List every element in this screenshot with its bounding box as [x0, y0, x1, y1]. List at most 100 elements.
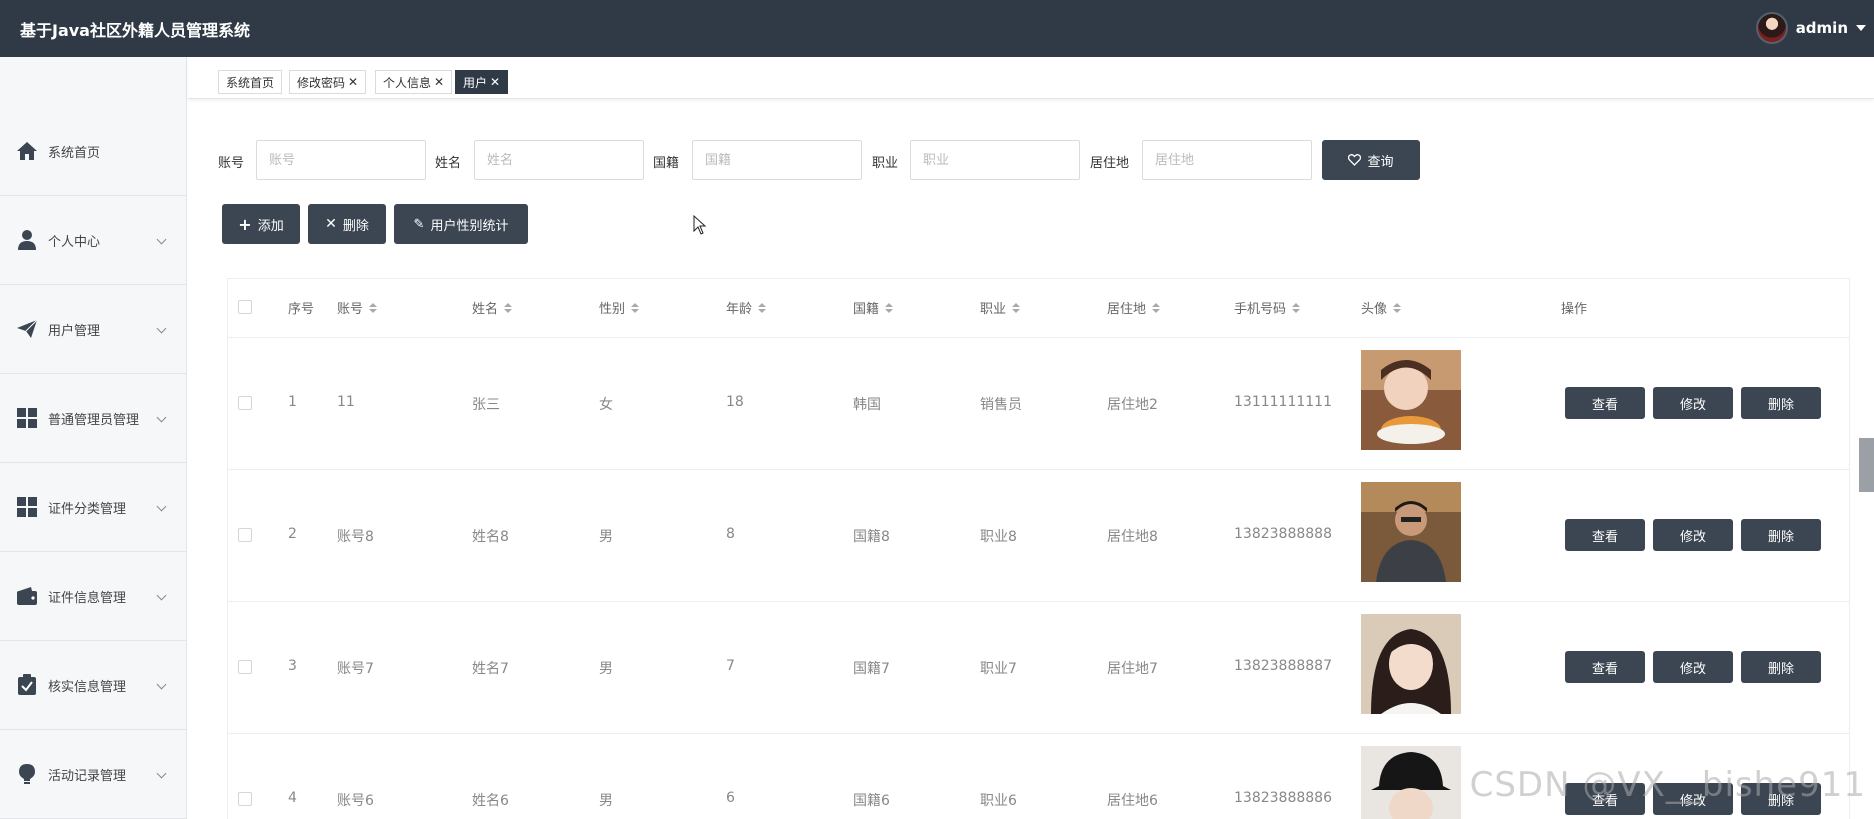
header-phone[interactable]: 手机号码	[1234, 298, 1301, 317]
cell-account: 11	[337, 394, 355, 410]
edit-button[interactable]: 修改	[1653, 519, 1733, 551]
cell-age: 7	[726, 658, 735, 674]
sidebar-item-label: 系统首页	[48, 145, 101, 161]
avatar-thumbnail[interactable]	[1361, 482, 1461, 582]
row-checkbox[interactable]	[238, 528, 252, 542]
avatar-thumbnail[interactable]	[1361, 746, 1461, 819]
close-icon[interactable]: ✕	[490, 75, 500, 89]
cell-age: 8	[726, 526, 735, 542]
edit-button[interactable]: 修改	[1653, 651, 1733, 683]
sidebar-item-label: 个人中心	[48, 234, 101, 250]
header-nationality[interactable]: 国籍	[853, 298, 894, 317]
cell-job: 职业7	[980, 661, 1017, 677]
delete-button[interactable]: ✕ 删除	[308, 204, 386, 244]
close-icon[interactable]: ✕	[348, 75, 358, 89]
header-name[interactable]: 姓名	[472, 298, 513, 317]
residence-input[interactable]	[1142, 140, 1312, 180]
chevron-down-icon	[156, 768, 167, 779]
row-divider	[227, 601, 1850, 602]
add-button[interactable]: + 添加	[222, 204, 300, 244]
sidebar-item-label: 用户管理	[48, 323, 101, 339]
person-icon	[16, 229, 38, 251]
chevron-down-icon	[156, 323, 167, 334]
job-input[interactable]	[910, 140, 1080, 180]
user-avatar[interactable]	[1755, 12, 1788, 44]
cell-name: 张三	[472, 397, 500, 413]
nationality-input[interactable]	[692, 140, 862, 180]
cell-account: 账号6	[337, 793, 374, 809]
sort-icon[interactable]	[1012, 302, 1021, 313]
mouse-cursor-icon	[693, 215, 707, 235]
tab-home[interactable]: 系统首页	[218, 70, 283, 94]
header-job[interactable]: 职业	[980, 298, 1021, 317]
tab-user[interactable]: 用户 ✕	[455, 70, 509, 94]
cell-job: 销售员	[980, 397, 1022, 413]
sidebar: 系统首页 个人中心 用户管理 普通管理员管理 证件分类管理 证件信息管理 核实信…	[0, 57, 187, 819]
query-button[interactable]: 查询	[1322, 140, 1420, 180]
header-gender[interactable]: 性别	[599, 298, 640, 317]
cell-index: 3	[288, 658, 297, 674]
cell-phone: 13823888887	[1234, 658, 1332, 674]
cell-account: 账号7	[337, 661, 374, 677]
sidebar-item-label: 普通管理员管理	[48, 412, 140, 428]
sidebar-item-user-management[interactable]: 用户管理	[0, 285, 187, 374]
view-button[interactable]: 查看	[1565, 651, 1645, 683]
row-checkbox[interactable]	[238, 660, 252, 674]
cell-name: 姓名7	[472, 661, 509, 677]
cell-nationality: 国籍6	[853, 793, 890, 809]
sort-icon[interactable]	[1393, 302, 1402, 313]
sidebar-item-personal-center[interactable]: 个人中心	[0, 196, 187, 285]
row-divider	[227, 469, 1850, 470]
row-checkbox[interactable]	[238, 792, 252, 806]
select-all-checkbox[interactable]	[238, 300, 252, 314]
chevron-down-icon	[156, 590, 167, 601]
header-avatar[interactable]: 头像	[1361, 298, 1402, 317]
sidebar-item-home[interactable]: 系统首页	[0, 107, 187, 196]
view-button[interactable]: 查看	[1565, 519, 1645, 551]
cell-phone: 13111111111	[1234, 394, 1332, 410]
wallet-icon	[16, 585, 38, 607]
avatar-thumbnail[interactable]	[1361, 350, 1461, 450]
header-index: 序号	[288, 302, 315, 317]
chevron-down-icon	[156, 412, 167, 423]
sort-icon[interactable]	[369, 302, 378, 313]
tab-change-password[interactable]: 修改密码 ✕	[289, 70, 367, 94]
delete-row-button[interactable]: 删除	[1741, 387, 1821, 419]
sidebar-item-certificate-category[interactable]: 证件分类管理	[0, 463, 187, 552]
sort-icon[interactable]	[504, 302, 513, 313]
user-menu[interactable]: admin	[1755, 12, 1866, 44]
sidebar-item-verification[interactable]: 核实信息管理	[0, 641, 187, 730]
sort-icon[interactable]	[631, 302, 640, 313]
cell-gender: 男	[599, 793, 613, 809]
vertical-scrollbar[interactable]	[1859, 438, 1874, 492]
sort-icon[interactable]	[885, 302, 894, 313]
close-icon[interactable]: ✕	[434, 75, 444, 89]
sort-icon[interactable]	[1292, 302, 1301, 313]
user-name[interactable]: admin	[1796, 19, 1848, 37]
cell-nationality: 韩国	[853, 397, 881, 413]
grid-icon	[16, 496, 38, 518]
header-age[interactable]: 年龄	[726, 298, 767, 317]
tab-personal-info[interactable]: 个人信息 ✕	[375, 70, 453, 94]
delete-row-button[interactable]: 删除	[1741, 519, 1821, 551]
delete-row-button[interactable]: 删除	[1741, 651, 1821, 683]
sort-icon[interactable]	[1152, 302, 1161, 313]
sort-icon[interactable]	[758, 302, 767, 313]
sidebar-item-certificate-info[interactable]: 证件信息管理	[0, 552, 187, 641]
header-residence[interactable]: 居住地	[1107, 298, 1161, 317]
avatar-thumbnail[interactable]	[1361, 614, 1461, 714]
sidebar-item-activity-records[interactable]: 活动记录管理	[0, 730, 187, 819]
account-label: 账号	[218, 156, 245, 171]
name-input[interactable]	[474, 140, 644, 180]
sidebar-item-admin-management[interactable]: 普通管理员管理	[0, 374, 187, 463]
tab-label: 系统首页	[226, 75, 275, 90]
edit-button[interactable]: 修改	[1653, 387, 1733, 419]
header-account[interactable]: 账号	[337, 298, 378, 317]
row-checkbox[interactable]	[238, 396, 252, 410]
lightbulb-icon	[16, 763, 38, 785]
caret-down-icon[interactable]	[1856, 25, 1866, 31]
gender-stats-button[interactable]: ✎ 用户性别统计	[394, 204, 528, 244]
account-input[interactable]	[256, 140, 426, 180]
tab-label: 用户	[463, 75, 488, 90]
view-button[interactable]: 查看	[1565, 387, 1645, 419]
